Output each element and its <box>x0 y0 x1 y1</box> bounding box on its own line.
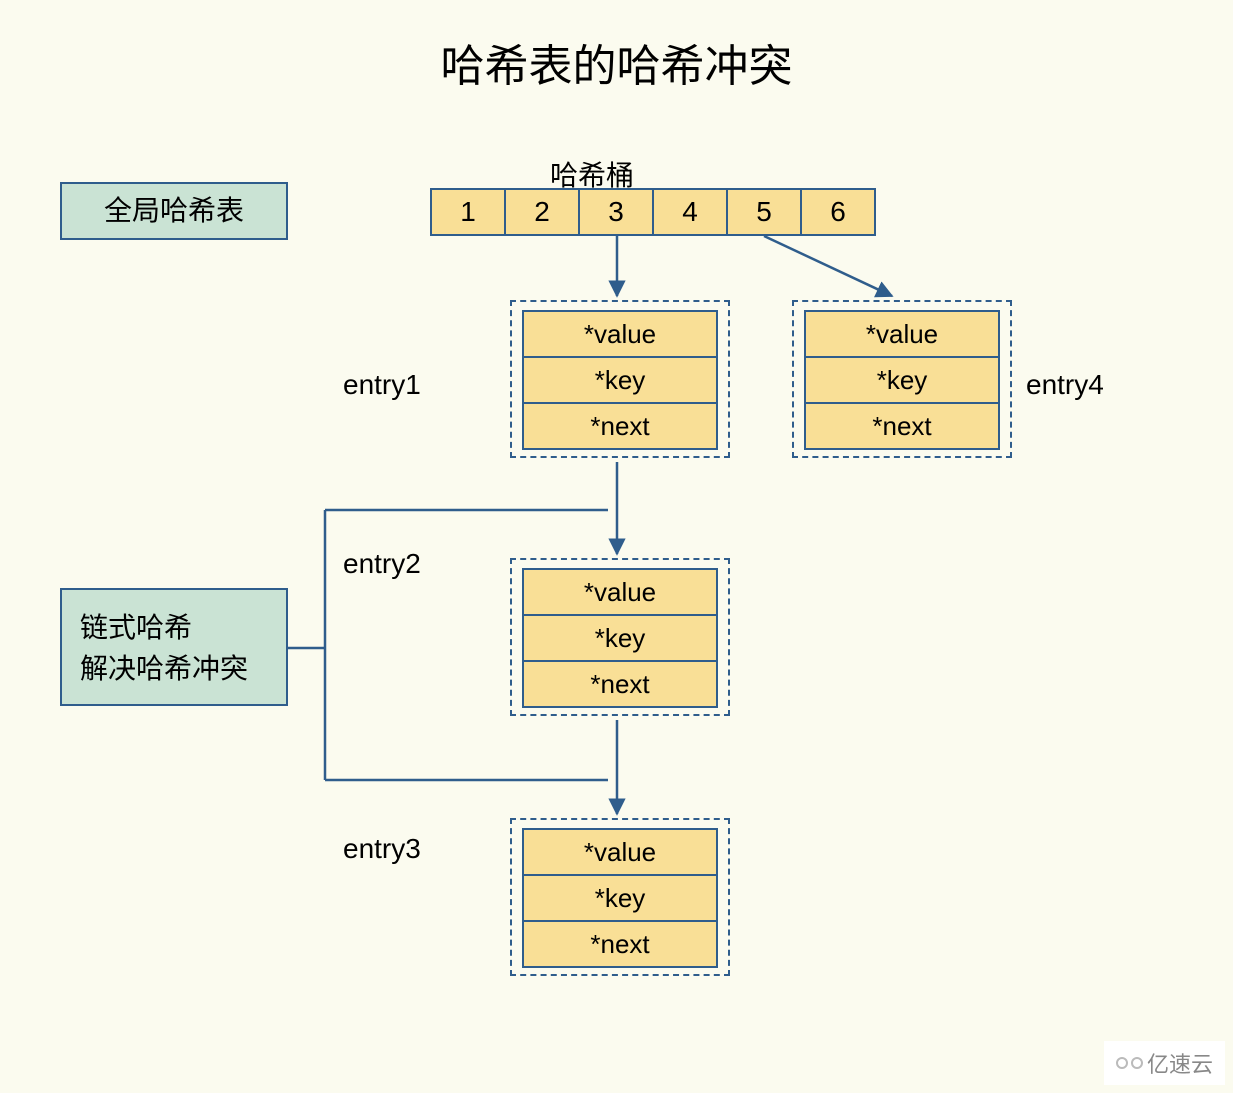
bucket-1: 1 <box>430 188 506 236</box>
entry2-key: *key <box>522 614 718 662</box>
entry1-next: *next <box>522 402 718 450</box>
chain-hash-box: 链式哈希 解决哈希冲突 <box>60 588 288 706</box>
entry3-box: *value *key *next <box>510 818 730 976</box>
entry1-key: *key <box>522 356 718 404</box>
bucket-5: 5 <box>726 188 802 236</box>
entry2-value: *value <box>522 568 718 616</box>
bucket-3: 3 <box>578 188 654 236</box>
entry3-value: *value <box>522 828 718 876</box>
watermark: 亿速云 <box>1104 1041 1225 1085</box>
entry1-value: *value <box>522 310 718 358</box>
entry4-key: *key <box>804 356 1000 404</box>
entry1-box: *value *key *next <box>510 300 730 458</box>
chain-hash-line1: 链式哈希 <box>80 608 268 649</box>
global-hash-box: 全局哈希表 <box>60 182 288 240</box>
diagram-title: 哈希表的哈希冲突 <box>0 30 1233 94</box>
arrow-bucket5-entry4 <box>764 236 892 296</box>
watermark-text: 亿速云 <box>1147 1047 1213 1079</box>
entry3-label: entry3 <box>343 833 421 865</box>
entry4-label: entry4 <box>1026 369 1104 401</box>
entry4-value: *value <box>804 310 1000 358</box>
entry2-next: *next <box>522 660 718 708</box>
bucket-row: 1 2 3 4 5 6 <box>430 188 876 236</box>
watermark-logo-icon <box>1116 1057 1143 1069</box>
entry2-label: entry2 <box>343 548 421 580</box>
bucket-4: 4 <box>652 188 728 236</box>
bucket-6: 6 <box>800 188 876 236</box>
entry4-next: *next <box>804 402 1000 450</box>
chain-hash-line2: 解决哈希冲突 <box>80 649 268 690</box>
entry3-next: *next <box>522 920 718 968</box>
entry1-label: entry1 <box>343 369 421 401</box>
entry4-box: *value *key *next <box>792 300 1012 458</box>
bucket-2: 2 <box>504 188 580 236</box>
entry3-key: *key <box>522 874 718 922</box>
entry2-box: *value *key *next <box>510 558 730 716</box>
